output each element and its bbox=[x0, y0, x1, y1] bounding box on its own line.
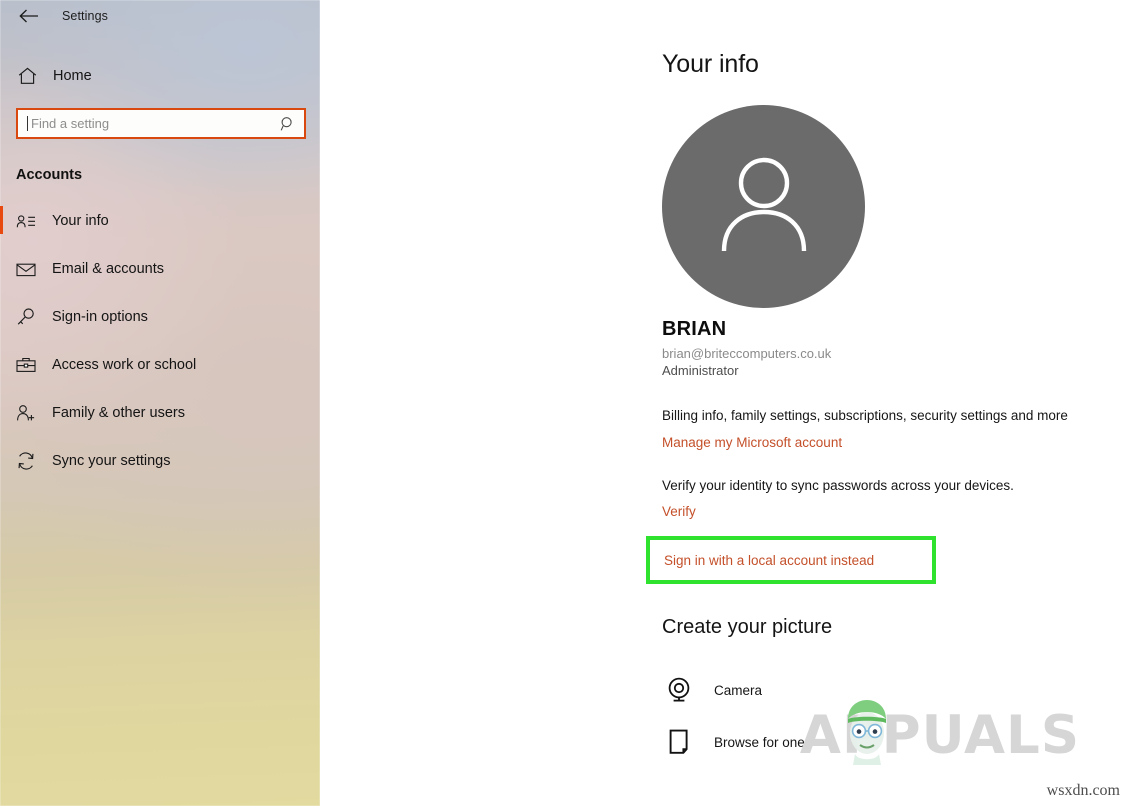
user-name: BRIAN bbox=[662, 318, 727, 340]
picture-option-browse[interactable]: Browse for one bbox=[662, 716, 805, 768]
search-input[interactable] bbox=[29, 110, 280, 137]
verify-link[interactable]: Verify bbox=[662, 504, 696, 519]
sync-icon bbox=[16, 451, 36, 471]
person-avatar-icon bbox=[714, 155, 814, 258]
user-email: brian@briteccomputers.co.uk bbox=[662, 346, 832, 361]
picture-option-camera[interactable]: Camera bbox=[662, 664, 805, 716]
search-icon[interactable] bbox=[280, 116, 296, 132]
account-description: Billing info, family settings, subscript… bbox=[662, 408, 1068, 423]
back-arrow-icon[interactable] bbox=[14, 3, 44, 29]
manage-microsoft-account-link[interactable]: Manage my Microsoft account bbox=[662, 435, 842, 450]
main-content: Your info BRIAN brian@briteccomputers.co… bbox=[320, 0, 1132, 806]
avatar bbox=[662, 105, 865, 308]
sidebar-item-label: Sign-in options bbox=[52, 309, 148, 325]
document-page-icon bbox=[662, 725, 696, 759]
home-icon bbox=[16, 65, 38, 87]
sidebar-item-label: Sync your settings bbox=[52, 453, 171, 469]
watermark-mascot-icon bbox=[847, 700, 886, 765]
sidebar-item-label: Access work or school bbox=[52, 357, 197, 373]
create-picture-title: Create your picture bbox=[662, 616, 833, 638]
settings-window: Settings Home Find a setting Accounts Yo… bbox=[0, 0, 1132, 806]
verify-block: Verify your identity to sync passwords a… bbox=[662, 476, 1132, 522]
titlebar: Settings bbox=[0, 0, 320, 32]
envelope-icon bbox=[16, 259, 36, 279]
sidebar-item-your-info[interactable]: Your info bbox=[0, 197, 320, 245]
sidebar-item-email-accounts[interactable]: Email & accounts bbox=[0, 245, 320, 293]
sidebar-item-label: Email & accounts bbox=[52, 261, 165, 277]
briefcase-icon bbox=[16, 355, 36, 375]
site-tag: wsxdn.com bbox=[1046, 782, 1120, 799]
sidebar-item-signin-options[interactable]: Sign-in options bbox=[0, 293, 320, 341]
sidebar-item-family-other-users[interactable]: Family & other users bbox=[0, 389, 320, 437]
sidebar-item-home[interactable]: Home bbox=[0, 56, 320, 96]
create-picture-options: Camera Browse for one bbox=[662, 664, 805, 768]
sidebar-section-label: Accounts bbox=[16, 167, 83, 183]
watermark: APPUALS bbox=[799, 700, 1080, 766]
sidebar-home-label: Home bbox=[53, 68, 92, 84]
add-user-icon bbox=[16, 403, 36, 423]
sidebar-nav: Your info Email & accounts Sign-in optio… bbox=[0, 197, 320, 485]
user-role: Administrator bbox=[662, 363, 739, 378]
picture-option-label: Browse for one bbox=[714, 734, 805, 750]
page-title: Your info bbox=[662, 50, 759, 78]
sidebar-item-sync-settings[interactable]: Sync your settings bbox=[0, 437, 320, 485]
sidebar-item-label: Family & other users bbox=[52, 405, 185, 421]
webcam-icon bbox=[662, 673, 696, 707]
local-account-highlight-box: Sign in with a local account instead bbox=[646, 536, 936, 584]
watermark-brand: APPUALS bbox=[799, 705, 1080, 766]
account-block: Billing info, family settings, subscript… bbox=[662, 406, 1132, 452]
verify-description: Verify your identity to sync passwords a… bbox=[662, 477, 1014, 493]
picture-option-label: Camera bbox=[714, 682, 763, 698]
text-caret bbox=[27, 116, 28, 131]
sidebar: Settings Home Find a setting Accounts Yo… bbox=[0, 0, 320, 806]
contact-card-icon bbox=[16, 211, 36, 231]
key-icon bbox=[16, 307, 36, 327]
search-box[interactable] bbox=[16, 108, 306, 139]
sidebar-item-label: Your info bbox=[52, 213, 109, 229]
window-title: Settings bbox=[62, 9, 108, 23]
sidebar-item-access-work-school[interactable]: Access work or school bbox=[0, 341, 320, 389]
sign-in-local-account-link[interactable]: Sign in with a local account instead bbox=[664, 553, 874, 568]
